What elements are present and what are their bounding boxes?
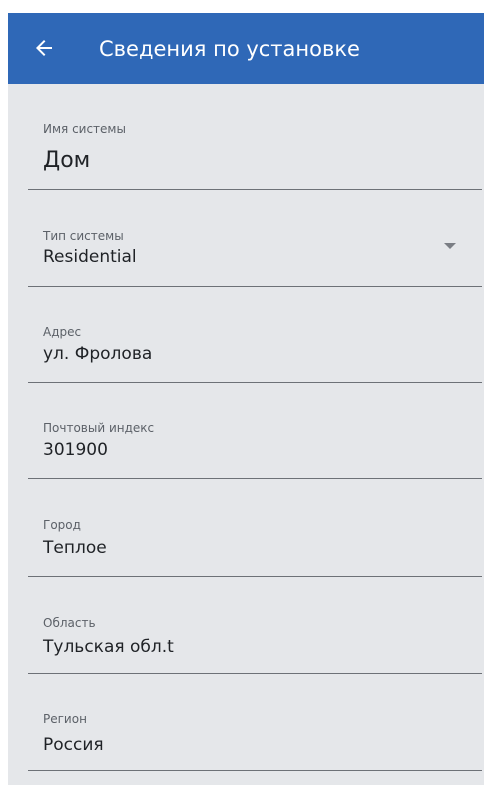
region-field[interactable]: Регион Россия <box>8 673 484 771</box>
arrow-left-icon[interactable] <box>32 36 56 60</box>
region-input[interactable]: Россия <box>43 734 104 756</box>
oblast-label: Область <box>43 616 96 630</box>
system-name-field[interactable]: Имя системы Дом <box>8 84 484 190</box>
system-type-label: Тип системы <box>43 229 124 243</box>
system-type-value[interactable]: Residential <box>43 246 137 268</box>
postal-code-field[interactable]: Почтовый индекс 301900 <box>8 383 484 479</box>
oblast-input[interactable]: Тульская обл.t <box>43 636 174 658</box>
city-input[interactable]: Теплое <box>43 537 107 559</box>
address-label: Адрес <box>43 325 82 339</box>
address-input[interactable]: ул. Фролова <box>43 343 152 365</box>
region-underline <box>28 770 482 771</box>
app-bar: Сведения по установке <box>8 13 484 84</box>
postal-code-label: Почтовый индекс <box>43 421 155 435</box>
system-type-select[interactable]: Тип системы Residential <box>8 190 484 287</box>
system-name-label: Имя системы <box>43 122 126 136</box>
installation-details-screen: Сведения по установке Имя системы Дом Ти… <box>8 13 484 785</box>
page-title: Сведения по установке <box>99 37 360 61</box>
address-field[interactable]: Адрес ул. Фролова <box>8 287 484 383</box>
region-label: Регион <box>43 712 87 726</box>
postal-code-input[interactable]: 301900 <box>43 439 108 461</box>
system-name-input[interactable]: Дом <box>43 147 90 175</box>
city-field[interactable]: Город Теплое <box>8 478 484 577</box>
oblast-field[interactable]: Область Тульская обл.t <box>8 577 484 674</box>
city-label: Город <box>43 518 81 532</box>
caret-down-icon[interactable] <box>444 243 456 251</box>
